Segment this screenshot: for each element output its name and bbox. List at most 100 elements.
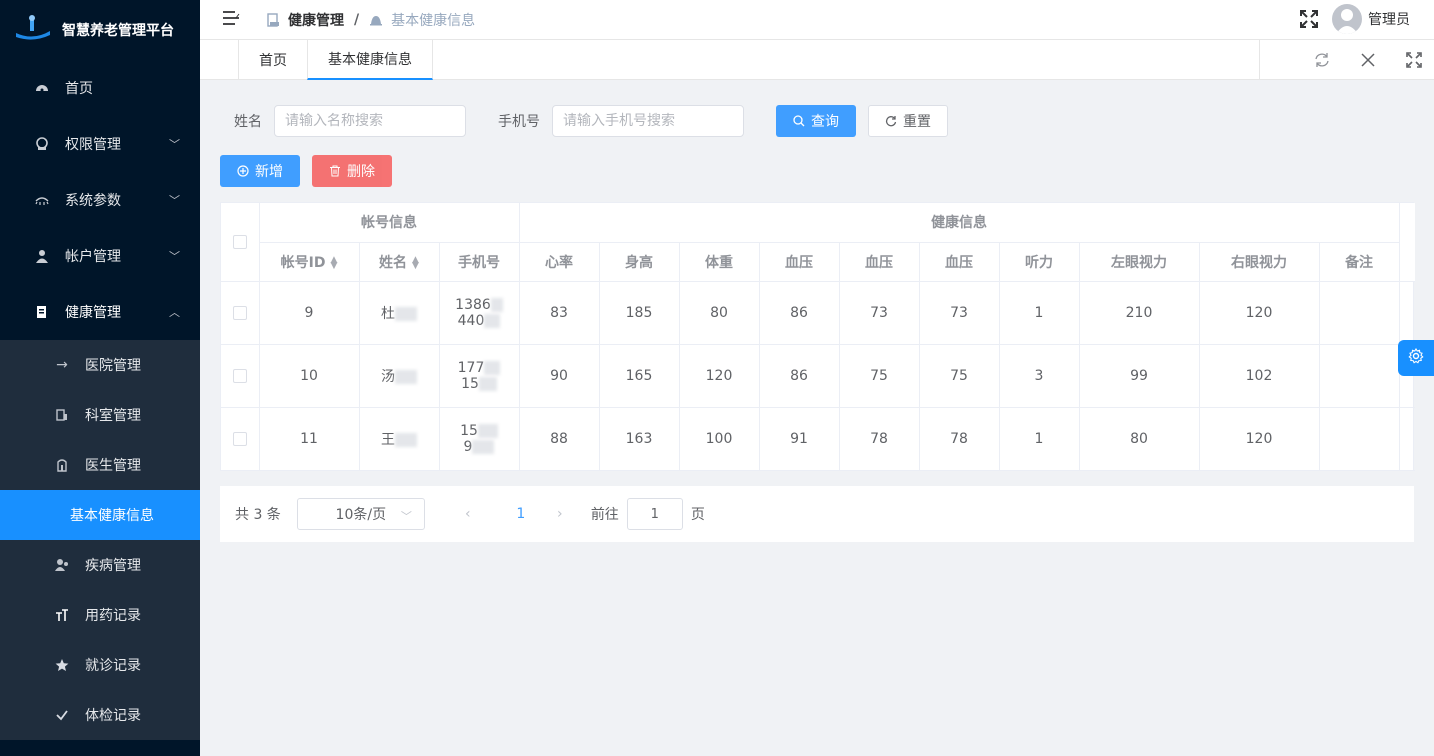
sidebar-item-label: 就诊记录 — [85, 658, 141, 674]
sidebar-item-health[interactable]: 健康管理 ︿ — [0, 284, 200, 340]
cell-height: 165 — [599, 344, 680, 408]
cell-note — [1319, 344, 1400, 408]
phone-search-input[interactable] — [552, 105, 744, 137]
page-content: 姓名 手机号 查询 重置 新增 删除 — [200, 80, 1434, 756]
avatar[interactable] — [1332, 4, 1362, 34]
chevron-up-icon: ︿ — [169, 306, 180, 319]
tab-basic-health[interactable]: 基本健康信息 — [307, 40, 433, 80]
reset-button-label: 重置 — [903, 114, 931, 130]
cell-id: 9 — [259, 281, 360, 345]
column-header: 血压 — [919, 242, 1000, 282]
search-form: 姓名 手机号 查询 重置 — [234, 105, 948, 137]
sidebar-item-department[interactable]: 科室管理 — [0, 390, 200, 440]
page-number[interactable]: 1 — [511, 506, 531, 522]
select-all-checkbox[interactable] — [232, 234, 247, 249]
query-button-label: 查询 — [811, 114, 839, 130]
table-row[interactable]: 9 杜 1386 440 83 185 80 86 73 73 1 210 120 — [221, 281, 1416, 345]
cell-right-vision: 102 — [1199, 344, 1320, 408]
cell-bp: 73 — [919, 281, 1000, 345]
fullscreen-icon[interactable] — [1406, 52, 1422, 68]
doctor-icon — [54, 457, 70, 473]
tags-list: 首页 基本健康信息 — [238, 40, 433, 80]
user-icon — [34, 248, 50, 264]
sidebar-item-doctor[interactable]: 医生管理 — [0, 440, 200, 490]
next-page-button[interactable]: › — [545, 506, 575, 522]
row-checkbox[interactable] — [232, 368, 247, 383]
sidebar-item-label: 基本健康信息 — [70, 508, 154, 524]
chevron-down-icon: ﹀ — [169, 250, 180, 263]
params-icon — [34, 192, 50, 208]
select-all-cell — [221, 203, 260, 282]
sidebar-item-hospital[interactable]: → 医院管理 — [0, 340, 200, 390]
sidebar-item-label: 帐户管理 — [65, 249, 121, 265]
cell-note — [1319, 407, 1400, 471]
cell-height: 185 — [599, 281, 680, 345]
cell-hearing: 1 — [999, 281, 1080, 345]
cell-phone: 1386 440 — [439, 281, 520, 345]
refresh-icon[interactable] — [1314, 52, 1330, 68]
sidebar-item-medication[interactable]: 用药记录 — [0, 590, 200, 640]
reset-button[interactable]: 重置 — [868, 105, 948, 137]
sidebar-item-permission[interactable]: 权限管理 ﹀ — [0, 116, 200, 172]
total-count: 共 3 条 — [235, 507, 281, 523]
sidebar-item-disease[interactable]: 疾病管理 — [0, 540, 200, 590]
row-checkbox[interactable] — [232, 431, 247, 446]
cell-bp: 86 — [759, 281, 840, 345]
row-checkbox[interactable] — [232, 305, 247, 320]
sidebar-item-visit[interactable]: 就诊记录 — [0, 640, 200, 690]
settings-button[interactable] — [1398, 340, 1434, 376]
sidebar-item-params[interactable]: 系统参数 ﹀ — [0, 172, 200, 228]
name-search-input[interactable] — [274, 105, 466, 137]
sidebar-item-label: 首页 — [65, 81, 93, 97]
column-header[interactable]: 帐号ID ▲ ▼ — [259, 242, 360, 282]
sidebar-item-exam[interactable]: 体检记录 — [0, 690, 200, 740]
permission-icon — [34, 136, 50, 152]
table-row[interactable]: 10 汤 177 15 90 165 120 86 75 75 3 99 102 — [221, 344, 1416, 408]
sort-icon[interactable]: ▲ ▼ — [330, 255, 337, 270]
breadcrumb: 健康管理 / 基本健康信息 — [266, 10, 475, 30]
sidebar-item-label: 科室管理 — [85, 408, 141, 424]
navbar-right: 管理员 — [1300, 4, 1410, 34]
delete-button[interactable]: 删除 — [312, 155, 392, 187]
page-size-select[interactable]: 10条/页 ﹀ — [296, 498, 425, 530]
user-name[interactable]: 管理员 — [1368, 9, 1410, 29]
scroll-gutter — [1399, 203, 1416, 282]
phone-label: 手机号 — [498, 114, 540, 130]
sort-icon[interactable]: ▲ ▼ — [412, 255, 419, 270]
cell-left-vision: 210 — [1079, 281, 1200, 345]
sidebar-item-basic-health[interactable]: 基本健康信息 — [0, 490, 200, 540]
arrow-icon: → — [56, 357, 68, 373]
tags-view: 首页 基本健康信息 — [200, 40, 1434, 80]
cell-bp: 78 — [919, 407, 1000, 471]
cell-bp: 73 — [839, 281, 920, 345]
cell-bp: 78 — [839, 407, 920, 471]
column-header: 手机号 — [439, 242, 520, 282]
sidebar-item-label: 体检记录 — [85, 708, 141, 724]
fullscreen-icon[interactable] — [1300, 10, 1318, 28]
tab-home[interactable]: 首页 — [238, 40, 307, 80]
chevron-down-icon: ﹀ — [169, 194, 180, 207]
cell-weight: 120 — [679, 344, 760, 408]
cell-name: 王 — [359, 407, 440, 471]
breadcrumb-item: 基本健康信息 — [369, 10, 475, 30]
goto-page-input[interactable] — [626, 498, 683, 530]
table-row[interactable]: 11 王 15 9 88 163 100 91 78 78 1 80 120 — [221, 407, 1416, 471]
add-button[interactable]: 新增 — [220, 155, 300, 187]
query-button[interactable]: 查询 — [776, 105, 856, 137]
cell-id: 10 — [259, 344, 360, 408]
logo[interactable]: 智慧养老管理平台 — [0, 0, 200, 60]
toolbar: 新增 删除 — [220, 155, 392, 187]
prev-page-button[interactable]: ‹ — [453, 506, 483, 522]
cell-right-vision: 120 — [1199, 407, 1320, 471]
close-icon[interactable] — [1360, 52, 1376, 68]
hamburger-icon[interactable] — [222, 10, 240, 30]
cell-phone: 15 9 — [439, 407, 520, 471]
sidebar-item-label: 医院管理 — [85, 358, 141, 374]
column-header[interactable]: 姓名 ▲ ▼ — [359, 242, 440, 282]
navbar: 健康管理 / 基本健康信息 管理员 — [200, 0, 1434, 40]
main-area: 健康管理 / 基本健康信息 管理员 首页 基本健康信息 姓名 请输入名称搜索 手… — [200, 0, 1434, 756]
sidebar-item-account[interactable]: 帐户管理 ﹀ — [0, 228, 200, 284]
breadcrumb-item[interactable]: 健康管理 — [266, 10, 344, 30]
cell-left-vision: 99 — [1079, 344, 1200, 408]
sidebar-item-home[interactable]: 首页 — [0, 60, 200, 116]
